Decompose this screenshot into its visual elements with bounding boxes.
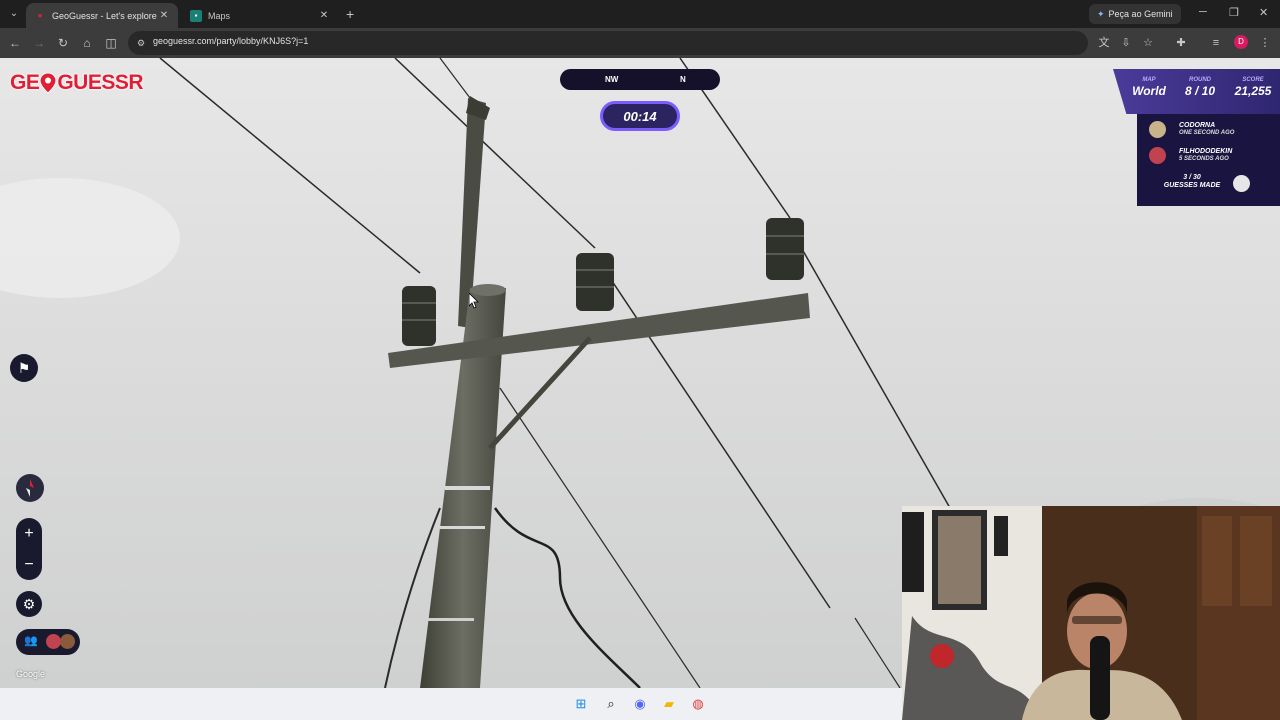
- search-icon[interactable]: ⌕: [603, 696, 619, 712]
- streamer-camera-feed: [902, 506, 1280, 720]
- compass-label-nw: NW: [605, 75, 619, 84]
- os-taskbar: ⊞ ⌕ ◉ ▰ ◍: [0, 688, 902, 720]
- compass-label-n: N: [680, 75, 686, 84]
- avatar: [1149, 120, 1166, 138]
- maps-icon: ▪: [190, 9, 202, 22]
- logo-pin-icon: [39, 72, 57, 94]
- chrome-icon[interactable]: ◍: [690, 696, 706, 712]
- windows-start-icon[interactable]: ⊞: [573, 696, 589, 712]
- map-value: World: [1132, 84, 1166, 98]
- round-label: ROUND: [1189, 77, 1211, 83]
- logo-text-right: GUESSR: [57, 71, 144, 94]
- webcam-overlay: [902, 506, 1280, 720]
- mouse-cursor-icon: [469, 293, 479, 309]
- guesses-label: GUESSES MADE: [1163, 182, 1221, 189]
- tab-title: Maps: [208, 10, 231, 21]
- avatar: [1149, 146, 1166, 164]
- player-name: FILHODODEKIN: [1179, 147, 1233, 155]
- tab-search-icon[interactable]: ⌄: [6, 6, 22, 22]
- url-text: geoguessr.com/party/lobby/KNJ6S?j=1: [153, 36, 309, 46]
- file-explorer-icon[interactable]: ▰: [661, 696, 677, 712]
- install-app-icon[interactable]: ⇩: [1118, 35, 1134, 51]
- back-icon[interactable]: ←: [7, 35, 23, 51]
- restore-icon[interactable]: ❐: [1229, 6, 1239, 19]
- party-members-button[interactable]: 👥: [16, 629, 80, 655]
- player-guess-time: ONE SECOND AGO: [1179, 129, 1235, 136]
- logo-text-left: GE: [10, 71, 40, 94]
- browser-tab-bar: ⌄ ● GeoGuessr - Let's explore the w ✕ ▪ …: [0, 0, 1280, 28]
- people-icon: 👥: [24, 635, 38, 647]
- round-timer: 00:14: [600, 101, 680, 131]
- browser-toolbar: ← → ↻ ⌂ ◫ ⚙ geoguessr.com/party/lobby/KN…: [0, 28, 1280, 58]
- menu-icon[interactable]: ⋮: [1257, 35, 1273, 51]
- tab-geoguessr[interactable]: ● GeoGuessr - Let's explore the w ✕: [26, 3, 178, 28]
- guesses-counter: 3 / 30 GUESSES MADE: [1149, 174, 1235, 190]
- player-row: FILHODODEKIN 5 SECONDS AGO: [1149, 144, 1232, 166]
- close-icon[interactable]: ✕: [158, 10, 170, 21]
- google-attribution: Google: [16, 669, 46, 679]
- map-stat: MAP World: [1127, 77, 1171, 98]
- player-row: CODORNA ONE SECOND AGO: [1149, 118, 1234, 140]
- player-guess-time: 5 SECONDS AGO: [1179, 155, 1229, 162]
- gemini-button[interactable]: ✦ Peça ao Gemini: [1089, 4, 1181, 24]
- zoom-out-button[interactable]: −: [16, 549, 42, 580]
- round-value: 8 / 10: [1184, 84, 1216, 98]
- tab-title: GeoGuessr - Let's explore the w: [52, 10, 158, 21]
- media-control-icon[interactable]: ≡: [1208, 35, 1224, 51]
- map-label: MAP: [1142, 77, 1156, 83]
- forward-icon[interactable]: →: [31, 35, 47, 51]
- tab-maps[interactable]: ▪ Maps ✕: [182, 3, 338, 28]
- avatar: [60, 634, 75, 649]
- translate-icon[interactable]: 文: [1096, 35, 1112, 51]
- gemini-label: Peça ao Gemini: [1108, 9, 1173, 19]
- score-label: SCORE: [1242, 77, 1264, 83]
- extensions-icon[interactable]: ✚: [1173, 35, 1189, 51]
- new-tab-button[interactable]: +: [346, 6, 354, 22]
- zoom-controls: + −: [16, 518, 42, 580]
- score-value: 21,255: [1234, 84, 1272, 98]
- close-icon[interactable]: ✕: [318, 10, 330, 21]
- avatar: [46, 634, 61, 649]
- home-icon[interactable]: ⌂: [79, 35, 95, 51]
- compass-bar: NW N: [560, 69, 720, 90]
- geoguessr-pin-icon: ●: [37, 11, 43, 20]
- report-flag-icon[interactable]: ⚑: [10, 354, 38, 382]
- minimize-icon[interactable]: ─: [1199, 6, 1207, 18]
- player-guess-list: CODORNA ONE SECOND AGO FILHODODEKIN 5 SE…: [1137, 114, 1280, 206]
- own-guess-indicator: [1233, 175, 1250, 192]
- side-panel-icon[interactable]: ◫: [103, 35, 119, 51]
- reload-icon[interactable]: ↻: [55, 35, 71, 51]
- game-status-panel: MAP World ROUND 8 / 10 SCORE 21,255: [1113, 69, 1280, 114]
- address-bar[interactable]: ⚙ geoguessr.com/party/lobby/KNJ6S?j=1: [128, 31, 1088, 55]
- guesses-count: 3 / 30: [1183, 174, 1201, 181]
- zoom-in-button[interactable]: +: [16, 518, 42, 549]
- bookmark-star-icon[interactable]: ☆: [1140, 35, 1156, 51]
- compass-needle-icon[interactable]: [16, 474, 44, 502]
- discord-icon[interactable]: ◉: [632, 696, 648, 712]
- settings-gear-icon[interactable]: ⚙: [16, 591, 42, 617]
- geoguessr-logo[interactable]: GE GUESSR: [10, 70, 144, 96]
- window-close-icon[interactable]: ✕: [1259, 6, 1268, 19]
- profile-avatar[interactable]: D: [1234, 35, 1248, 49]
- score-stat: SCORE 21,255: [1229, 77, 1277, 98]
- player-name: CODORNA: [1179, 121, 1216, 129]
- gemini-icon: ✦: [1097, 8, 1105, 19]
- round-stat: ROUND 8 / 10: [1177, 77, 1223, 98]
- site-info-icon[interactable]: ⚙: [137, 37, 149, 49]
